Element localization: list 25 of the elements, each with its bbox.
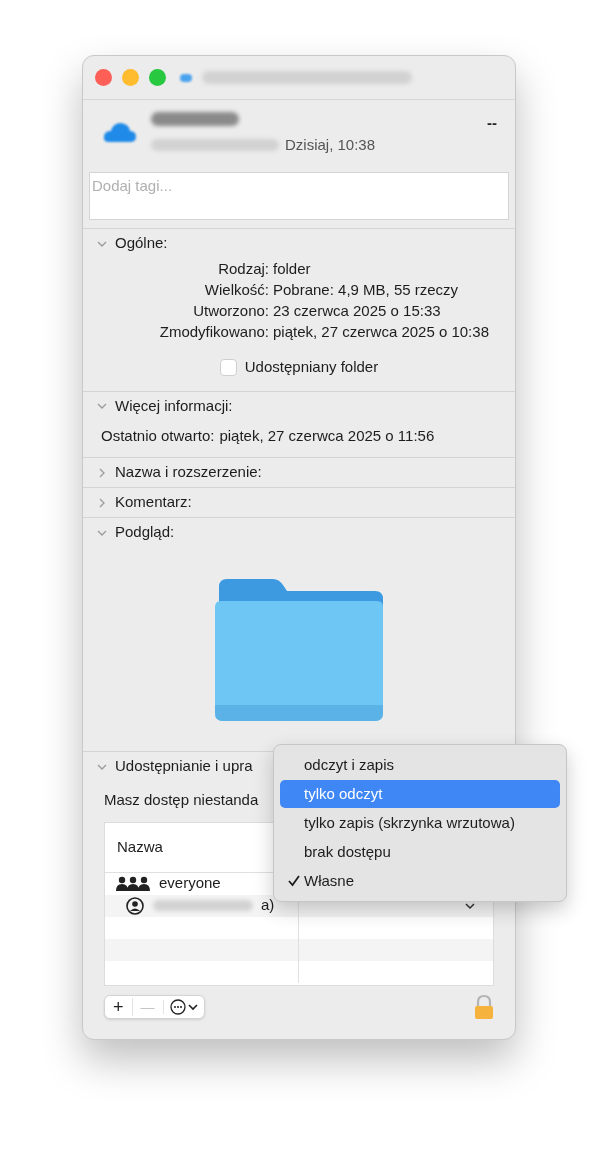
checkbox-label: Udostępniany folder [244, 357, 379, 377]
section-title[interactable]: Komentarz: [115, 491, 192, 514]
access-note: Masz dostęp niestanda [104, 790, 259, 810]
user-name: everyone [159, 873, 221, 894]
section-title[interactable]: Ogólne: [115, 232, 168, 255]
field-label: Utworzono: [192, 301, 269, 321]
section-title[interactable]: Podgląd: [115, 521, 175, 544]
field-label: Rodzaj: [217, 259, 269, 279]
menu-item[interactable]: tylko odczyt [280, 780, 560, 808]
section-title[interactable]: Więcej informacji: [115, 394, 233, 418]
field-label: Ostatnio otwarto: [101, 425, 215, 446]
modified-date: Dzisiaj, 10:38 [285, 135, 376, 155]
field-value: Pobrane: 4,9 MB, 55 rzeczy [273, 280, 460, 300]
field-label: Zmodyfikowano: [158, 322, 269, 342]
field-value: 23 czerwca 2025 o 15:33 [273, 301, 442, 321]
add-button[interactable]: + [105, 997, 133, 1016]
menu-item[interactable]: odczyt i zapis [280, 751, 560, 779]
section-title[interactable]: Udostępnianie i upra [115, 755, 253, 778]
field-value: folder [273, 259, 312, 279]
field-value: piątek, 27 czerwca 2025 o 11:56 [219, 425, 435, 446]
field-value: piątek, 27 czerwca 2025 o 10:38 [273, 322, 490, 342]
field-label: Wielkość: [203, 280, 269, 300]
section-title[interactable]: Nazwa i rozszerzenie: [115, 461, 262, 484]
user-name: a) [261, 895, 275, 916]
size-value: -- [487, 113, 497, 133]
